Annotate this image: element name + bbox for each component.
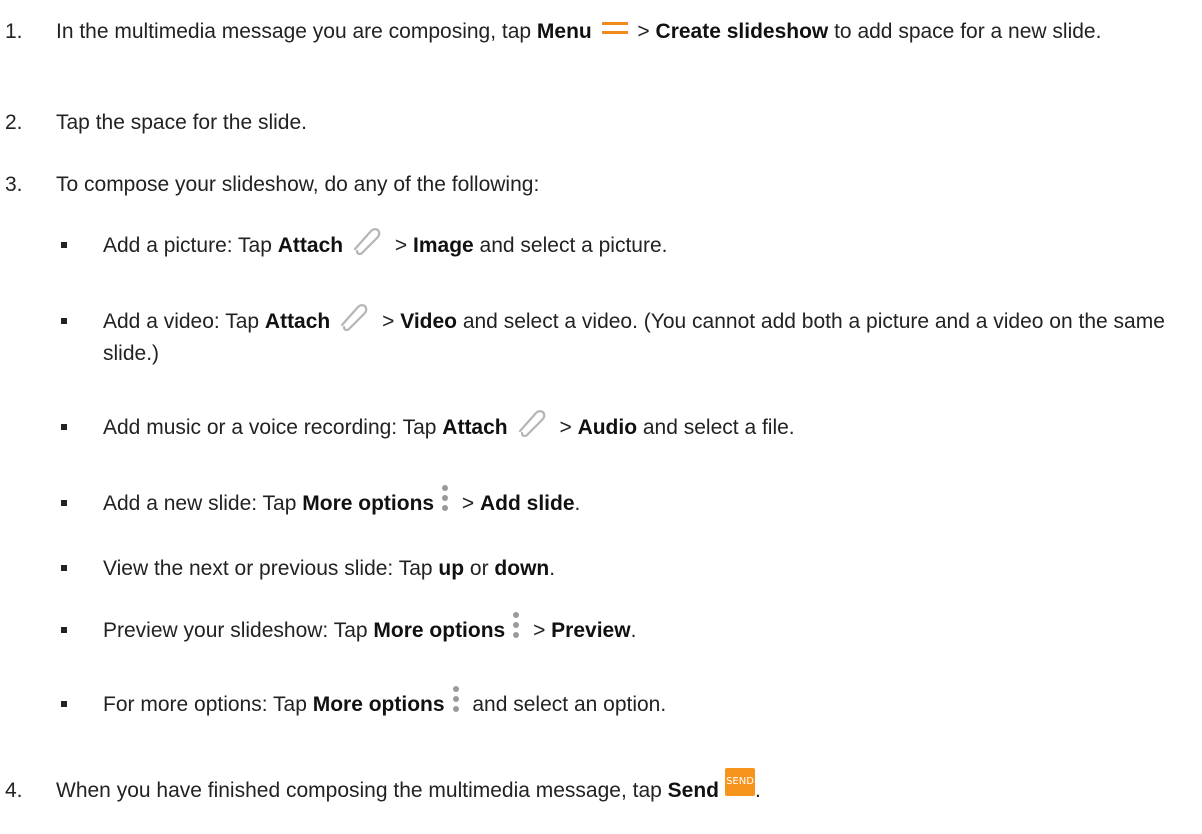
list-item: Add a video: Tap Attach > Video and sele… bbox=[56, 304, 1186, 369]
list-item: Add a picture: Tap Attach > Image and se… bbox=[56, 228, 1186, 262]
list-item: View the next or previous slide: Tap up … bbox=[56, 553, 1186, 584]
list-item: Add a new slide: Tap More options > Add … bbox=[56, 485, 1186, 519]
bullet-marker bbox=[61, 242, 67, 248]
send-icon: SEND bbox=[725, 768, 756, 797]
step-number: 3. bbox=[5, 173, 23, 196]
menu-label: Menu bbox=[536, 20, 592, 43]
step-2: 2. Tap the space for the slide. bbox=[0, 107, 1190, 138]
list-item: For more options: Tap More options and s… bbox=[56, 686, 1186, 720]
list-item: Add music or a voice recording: Tap Atta… bbox=[56, 410, 1186, 444]
bullet-marker bbox=[61, 627, 67, 633]
step-number: 4. bbox=[5, 779, 23, 802]
step-text: Tap the space for the slide. bbox=[56, 111, 307, 134]
step-text: When you have finished composing the mul… bbox=[56, 768, 1190, 806]
bullet-marker bbox=[61, 424, 67, 430]
paperclip-icon bbox=[514, 405, 548, 438]
step-number: 2. bbox=[5, 111, 23, 134]
bullet-marker bbox=[61, 500, 67, 506]
step-text: In the multimedia message you are compos… bbox=[56, 20, 1102, 43]
send-label: Send bbox=[667, 779, 720, 802]
bullet-marker bbox=[61, 701, 67, 707]
list-item: Preview your slideshow: Tap More options… bbox=[56, 612, 1186, 646]
paperclip-icon bbox=[336, 299, 370, 332]
step-3: 3. To compose your slideshow, do any of … bbox=[0, 169, 1190, 200]
step-1: 1. In the multimedia message you are com… bbox=[0, 16, 1190, 47]
bullet-marker bbox=[61, 318, 67, 324]
step-number: 1. bbox=[5, 20, 23, 43]
menu-icon bbox=[601, 22, 628, 35]
more-options-icon bbox=[451, 685, 461, 713]
step-text: To compose your slideshow, do any of the… bbox=[56, 173, 540, 196]
step-4: 4. When you have finished composing the … bbox=[0, 768, 1190, 806]
bullet-marker bbox=[61, 565, 67, 571]
paperclip-icon bbox=[349, 223, 383, 256]
create-slideshow-label: Create slideshow bbox=[655, 20, 829, 43]
more-options-icon bbox=[440, 484, 450, 512]
more-options-icon bbox=[511, 611, 521, 639]
